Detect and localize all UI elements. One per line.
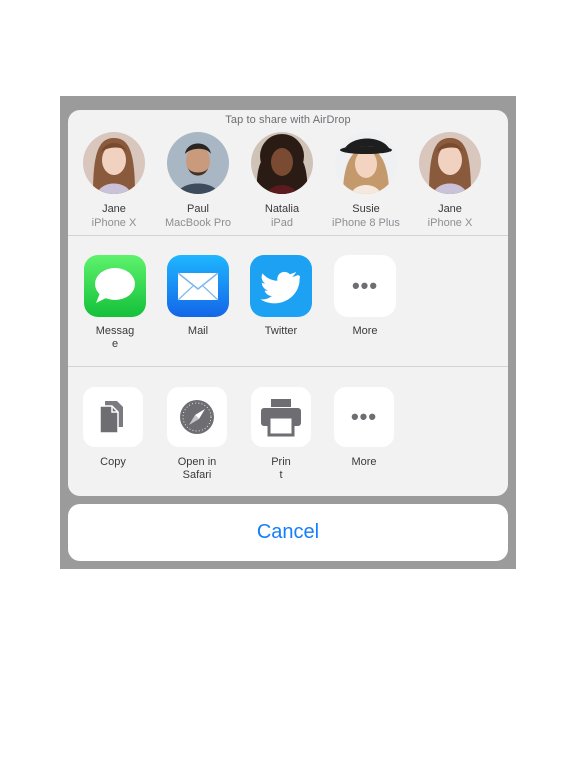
app-label: Messag e [95, 325, 135, 350]
safari-icon [167, 387, 227, 447]
ellipsis-icon: ••• [351, 273, 379, 298]
action-copy[interactable]: Copy [71, 387, 155, 469]
share-app-twitter[interactable]: Twitter [239, 255, 323, 338]
action-open-in-safari[interactable]: Open in Safari [155, 387, 239, 482]
share-app-mail[interactable]: Mail [156, 255, 240, 338]
contact-device: MacBook Pro [164, 217, 232, 229]
contact-name: Jane [438, 203, 462, 215]
share-app-messages[interactable]: Messag e [73, 255, 157, 351]
airdrop-contact-natalia[interactable]: Natalia iPad [240, 132, 324, 230]
action-label: Prin t [271, 456, 291, 481]
avatar [419, 132, 481, 194]
contact-device: iPhone 8 Plus [332, 217, 400, 229]
mail-icon [167, 255, 229, 317]
action-more[interactable]: ••• More [322, 387, 406, 469]
action-print[interactable]: Prin t [239, 387, 323, 482]
ellipsis-icon: ••• [350, 404, 378, 429]
contact-device: iPad [270, 217, 294, 229]
airdrop-contact-jane[interactable]: Jane iPhone X [72, 132, 156, 230]
airdrop-title: Tap to share with AirDrop [225, 114, 351, 126]
twitter-icon [250, 255, 312, 317]
cancel-button[interactable]: Cancel [68, 504, 508, 561]
app-label: Twitter [264, 325, 298, 337]
app-label: Mail [187, 325, 209, 337]
contact-name: Natalia [264, 203, 300, 215]
messages-icon [84, 255, 146, 317]
contact-name: Jane [102, 203, 126, 215]
avatar [167, 132, 229, 194]
airdrop-contact-paul[interactable]: Paul MacBook Pro [156, 132, 240, 230]
more-icon: ••• [334, 387, 394, 447]
contact-name: Paul [186, 203, 210, 215]
copy-icon [83, 387, 143, 447]
avatar [335, 132, 397, 194]
contact-device: iPhone X [91, 217, 137, 229]
airdrop-contact-susie[interactable]: Susie iPhone 8 Plus [324, 132, 408, 230]
avatar [83, 132, 145, 194]
divider [68, 235, 508, 236]
app-label: More [352, 325, 378, 337]
share-sheet: Tap to share with AirDrop Jane iPhone X [68, 110, 508, 496]
action-label: Open in Safari [177, 456, 217, 481]
more-icon: ••• [334, 255, 396, 317]
avatar [251, 132, 313, 194]
action-label: More [351, 456, 377, 468]
share-app-more[interactable]: ••• More [323, 255, 407, 338]
action-label: Copy [100, 456, 126, 468]
airdrop-contact-jane-2[interactable]: Jane iPhone X [408, 132, 492, 230]
contact-name: Susie [352, 203, 380, 215]
contact-device: iPhone X [427, 217, 473, 229]
print-icon [251, 387, 311, 447]
divider [68, 366, 508, 367]
